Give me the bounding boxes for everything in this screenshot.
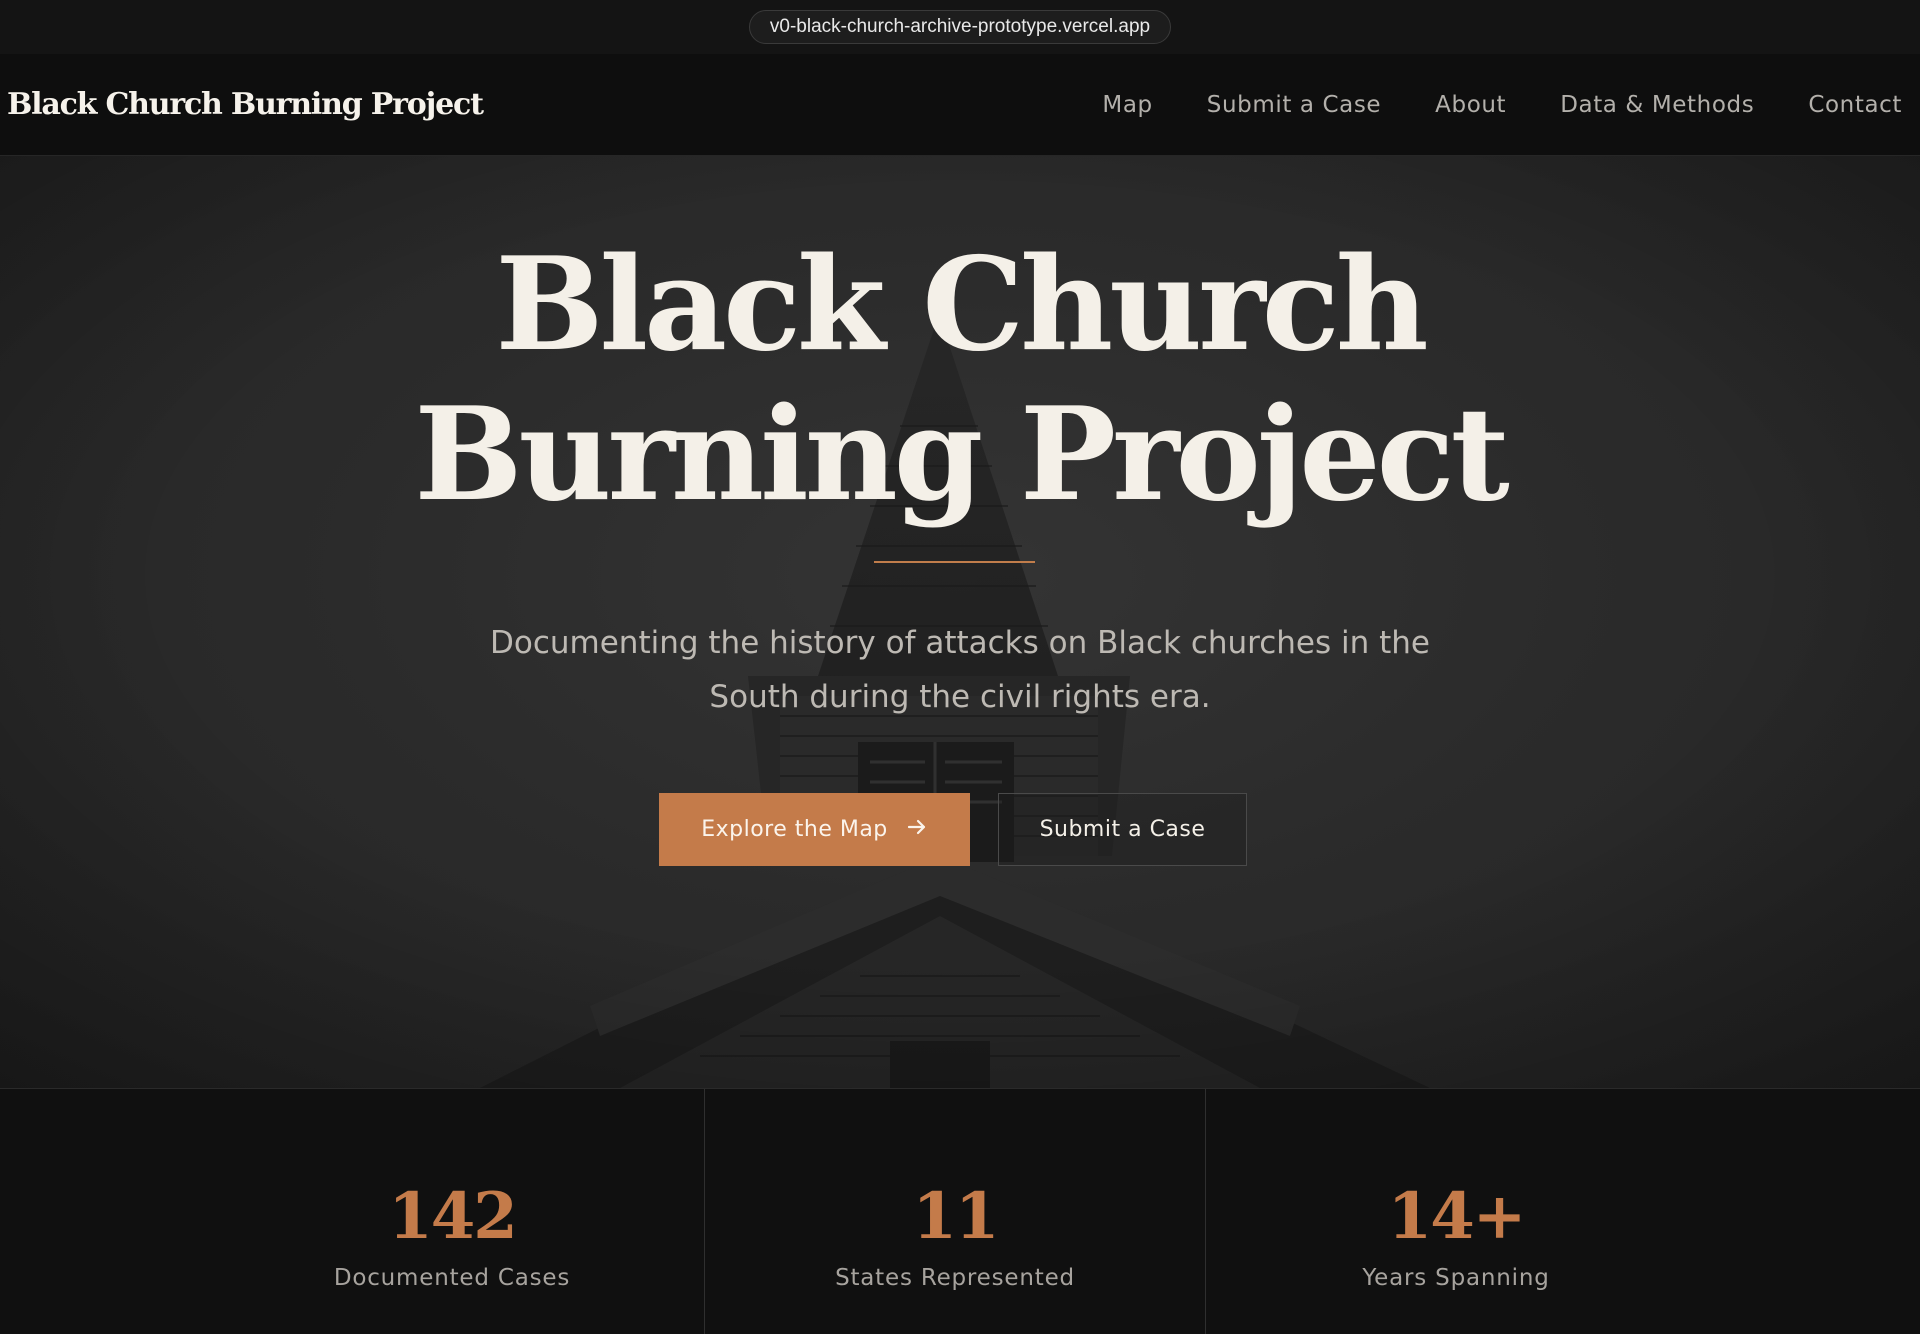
hero-section: Black Church Burning Project Documenting…	[0, 156, 1920, 1088]
nav-link-data-methods[interactable]: Data & Methods	[1560, 92, 1754, 118]
stat-label: Documented Cases	[333, 1265, 571, 1291]
site-header: Black Church Burning Project Map Submit …	[0, 54, 1920, 156]
hero-subtitle-line1: Documenting the history of attacks on Bl…	[490, 625, 1430, 661]
url-field[interactable]: v0-black-church-archive-prototype.vercel…	[748, 10, 1172, 44]
stats-section: 142 Documented Cases 11 States Represent…	[0, 1088, 1920, 1334]
nav-link-contact[interactable]: Contact	[1808, 92, 1902, 118]
browser-url-bar: v0-black-church-archive-prototype.vercel…	[0, 0, 1920, 54]
arrow-right-icon	[906, 816, 928, 844]
title-divider	[874, 561, 1035, 563]
stat-value: 11	[912, 1179, 999, 1254]
site-logo[interactable]: Black Church Burning Project	[7, 87, 484, 122]
stat-documented-cases: 142 Documented Cases	[0, 1089, 704, 1334]
hero-title-line1: Black Church	[495, 230, 1428, 380]
stat-states-represented: 11 States Represented	[705, 1089, 1205, 1334]
submit-case-button-label: Submit a Case	[1039, 817, 1206, 842]
explore-map-button-label: Explore the Map	[701, 817, 888, 842]
stat-label: Years Spanning	[1362, 1265, 1550, 1291]
hero-subtitle-line2: South during the civil rights era.	[709, 679, 1211, 715]
nav-link-map[interactable]: Map	[1102, 92, 1152, 118]
explore-map-button[interactable]: Explore the Map	[659, 793, 970, 866]
nav-link-submit-case[interactable]: Submit a Case	[1207, 92, 1381, 118]
submit-case-button[interactable]: Submit a Case	[998, 793, 1247, 866]
hero-subtitle: Documenting the history of attacks on Bl…	[460, 616, 1460, 724]
stat-years-spanning: 14+ Years Spanning	[1206, 1089, 1706, 1334]
stat-value: 14+	[1387, 1179, 1527, 1254]
hero-content: Black Church Burning Project Documenting…	[0, 156, 1920, 1088]
nav-link-about[interactable]: About	[1435, 92, 1506, 118]
stat-value: 142	[388, 1179, 518, 1254]
main-nav: Map Submit a Case About Data & Methods C…	[1048, 92, 1902, 118]
hero-title: Black Church Burning Project	[0, 230, 1920, 530]
stat-label: States Represented	[835, 1265, 1075, 1291]
hero-title-line2: Burning Project	[414, 380, 1509, 530]
